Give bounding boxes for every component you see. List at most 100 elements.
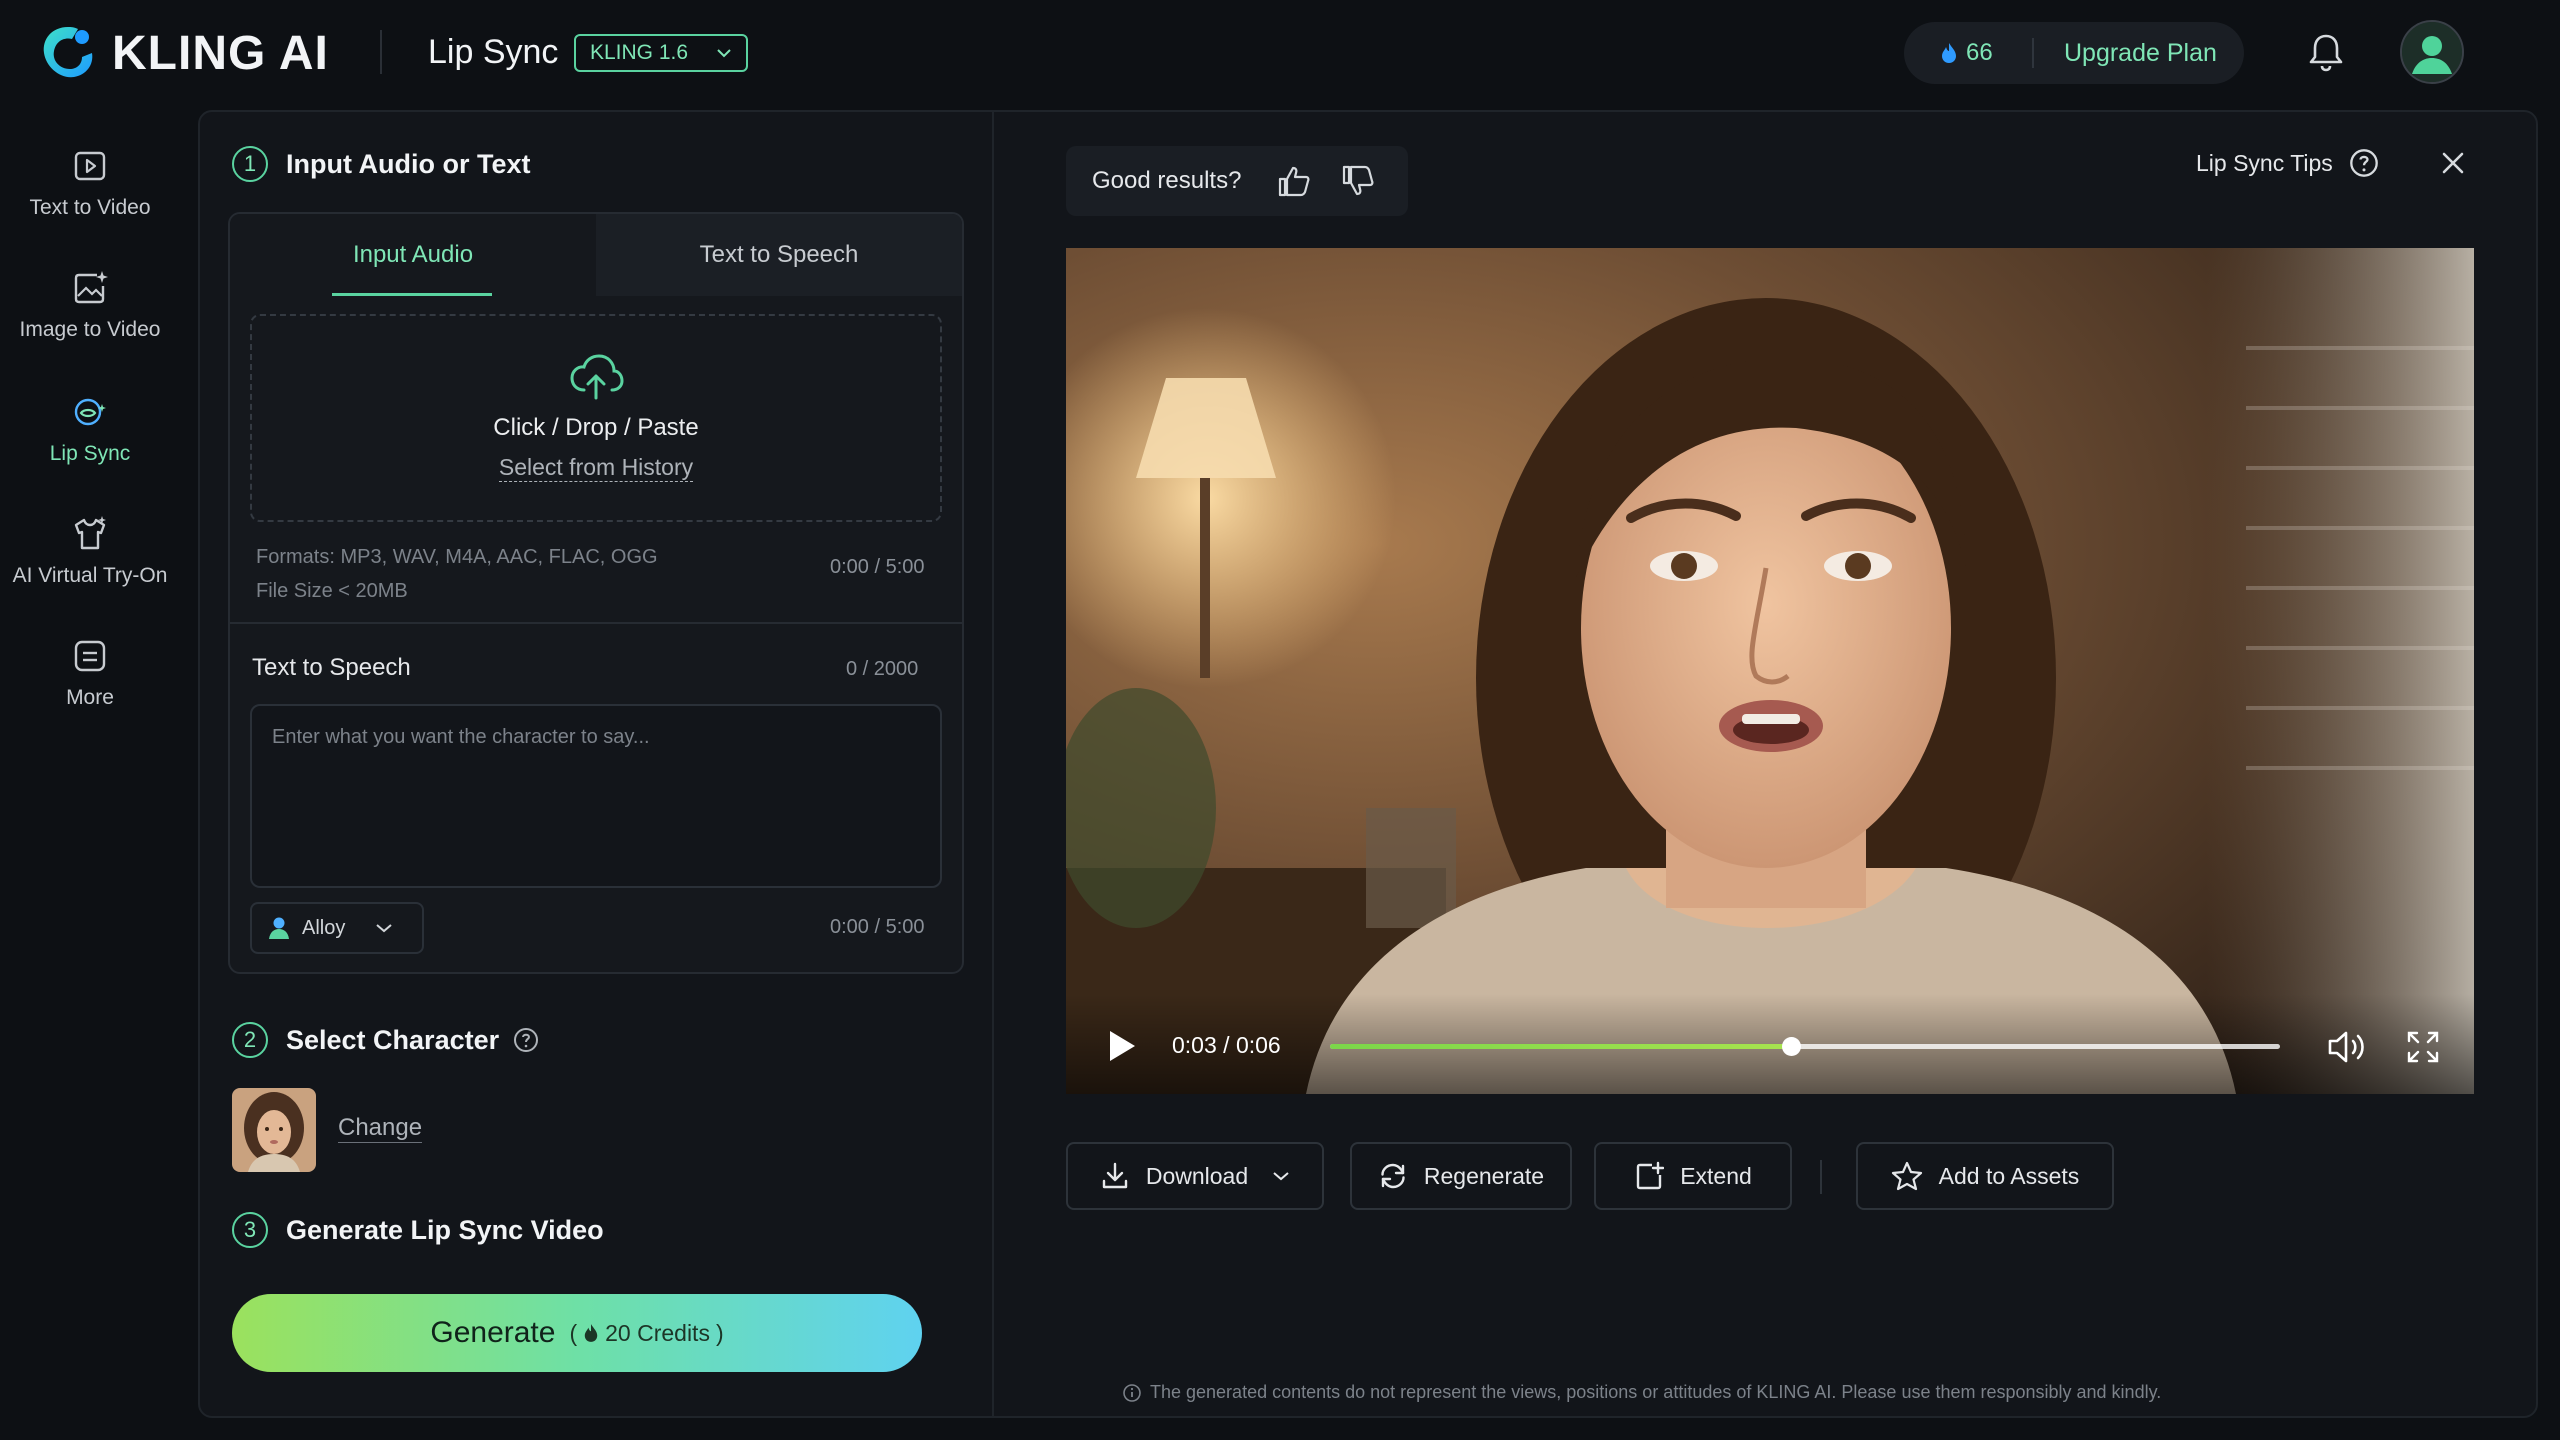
step-title: Generate Lip Sync Video (286, 1214, 604, 1245)
logo-text: KLING AI (112, 26, 329, 80)
step-2-header: 2 Select Character (232, 1022, 539, 1058)
download-button[interactable]: Download (1066, 1142, 1324, 1210)
credit-balance[interactable]: 66 (1904, 39, 2032, 67)
bell-icon[interactable] (2304, 30, 2348, 74)
audio-duration: 0:00 / 5:00 (830, 556, 925, 578)
kling-logo[interactable]: KLING AI (38, 20, 329, 86)
paren-open: ( (569, 1319, 578, 1346)
download-label: Download (1145, 1162, 1249, 1189)
feedback-label: Good results? (1092, 167, 1242, 194)
video-preview[interactable] (1066, 248, 2474, 1094)
nav-lip-sync[interactable]: Lip Sync (0, 392, 180, 466)
tab-input-audio[interactable]: Input Audio (230, 214, 596, 296)
upgrade-plan-button[interactable]: Upgrade Plan (2034, 39, 2217, 68)
nav-label: Image to Video (19, 318, 161, 341)
user-avatar[interactable] (2400, 20, 2464, 84)
tts-label: Text to Speech (252, 654, 411, 681)
credits-cost: 20 Credits (605, 1319, 710, 1346)
image-sparkle-icon (74, 271, 108, 304)
generate-button[interactable]: Generate ( 20 Credits ) (232, 1294, 922, 1372)
audio-input-card: Input Audio Text to Speech Click / Drop … (228, 212, 964, 974)
add-to-assets-button[interactable]: Add to Assets (1856, 1142, 2114, 1210)
person-icon (269, 917, 289, 939)
change-character-link[interactable]: Change (338, 1114, 423, 1143)
step-number: 1 (232, 146, 268, 182)
format-info: Formats: MP3, WAV, M4A, AAC, FLAC, OGG F… (256, 540, 658, 608)
tts-textarea[interactable]: Enter what you want the character to say… (250, 704, 942, 888)
nav-label: Text to Video (29, 196, 151, 219)
video-time: 0:03 / 0:06 (1172, 1032, 1281, 1059)
file-size-limit: File Size < 20MB (256, 580, 408, 602)
disclaimer: The generated contents do not represent … (1122, 1382, 2161, 1403)
progress-handle[interactable] (1781, 1037, 1801, 1056)
add-to-assets-label: Add to Assets (1938, 1162, 2080, 1189)
character-count: 0 / 2000 (846, 658, 919, 680)
character-portrait (232, 1088, 316, 1172)
lip-sync-tips[interactable]: Lip Sync Tips (2196, 148, 2379, 178)
nav-ai-virtual-try-on[interactable]: AI Virtual Try-On (0, 514, 180, 588)
model-select[interactable]: KLING 1.6 (574, 34, 748, 72)
step-1-header: 1 Input Audio or Text (232, 146, 530, 182)
step-title: Input Audio or Text (286, 148, 531, 179)
extend-label: Extend (1680, 1162, 1752, 1189)
nav-image-to-video[interactable]: Image to Video (0, 268, 180, 342)
credits-pill: 66 Upgrade Plan (1904, 22, 2244, 84)
shirt-icon (74, 516, 106, 550)
model-select-value: KLING 1.6 (590, 41, 689, 64)
extend-icon (1636, 1161, 1665, 1190)
play-icon[interactable] (1106, 1028, 1138, 1064)
help-circle-icon (2349, 149, 2378, 177)
dropzone-text: Click / Drop / Paste (493, 414, 699, 441)
tab-text-to-speech[interactable]: Text to Speech (596, 214, 962, 296)
flame-icon (584, 1324, 598, 1342)
tts-duration: 0:00 / 5:00 (830, 916, 925, 938)
more-square-icon (74, 640, 106, 672)
card-divider (230, 622, 962, 624)
duration: 0:06 (1235, 1032, 1281, 1058)
download-icon (1102, 1162, 1128, 1189)
extend-button[interactable]: Extend (1594, 1142, 1792, 1210)
step-3-header: 3 Generate Lip Sync Video (232, 1212, 604, 1248)
thumbs-down-icon[interactable] (1341, 165, 1375, 197)
thumbs-up-icon[interactable] (1277, 165, 1311, 197)
nav-more[interactable]: More (0, 636, 180, 710)
column-divider (992, 112, 994, 1416)
nav-label: Lip Sync (49, 442, 131, 465)
star-icon (1891, 1161, 1922, 1191)
regenerate-button[interactable]: Regenerate (1350, 1142, 1572, 1210)
feedback-buttons (1277, 165, 1375, 197)
step-number: 3 (232, 1212, 268, 1248)
lip-sync-icon (74, 398, 106, 426)
tts-placeholder: Enter what you want the character to say… (272, 726, 650, 748)
info-icon (1123, 1383, 1141, 1402)
close-icon[interactable] (2436, 146, 2470, 180)
video-progress-bar[interactable] (1330, 1037, 2280, 1056)
audio-dropzone[interactable]: Click / Drop / Paste Select from History (250, 314, 942, 522)
paren-close: ) (715, 1319, 724, 1346)
kling-logo-icon (43, 27, 93, 78)
disclaimer-text: The generated contents do not represent … (1150, 1382, 2162, 1402)
format-list: Formats: MP3, WAV, M4A, AAC, FLAC, OGG (256, 546, 658, 568)
nav-text-to-video[interactable]: Text to Video (0, 146, 180, 220)
credit-count: 66 (1966, 39, 1993, 66)
chevron-down-icon (717, 49, 731, 58)
fullscreen-icon[interactable] (2406, 1030, 2440, 1064)
progress-fill (1330, 1044, 1791, 1049)
step-title: Select Character (286, 1024, 500, 1055)
voice-select[interactable]: Alloy (250, 902, 424, 954)
nav-label: AI Virtual Try-On (12, 564, 168, 587)
generate-label: Generate (430, 1316, 556, 1349)
header-divider (380, 30, 382, 74)
flame-icon (1942, 43, 1956, 63)
tips-label: Lip Sync Tips (2196, 149, 2333, 176)
video-frame (1066, 248, 2474, 1094)
refresh-icon (1381, 1163, 1405, 1189)
help-circle-icon[interactable] (513, 1027, 539, 1053)
chevron-down-icon (376, 924, 393, 933)
cloud-upload-icon (570, 354, 624, 400)
feedback-bar: Good results? (1066, 146, 1408, 216)
character-thumbnail[interactable] (232, 1088, 316, 1172)
select-from-history-link[interactable]: Select from History (498, 454, 694, 482)
time-separator: / (1223, 1032, 1236, 1058)
volume-icon[interactable] (2326, 1028, 2368, 1066)
